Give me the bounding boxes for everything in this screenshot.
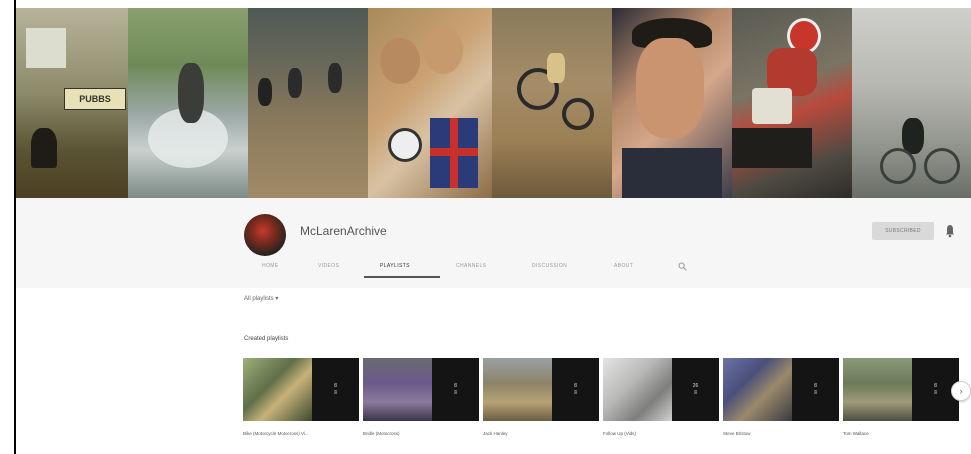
tab-home[interactable]: HOME: [262, 263, 279, 269]
tab-channels[interactable]: CHANNELS: [456, 263, 486, 269]
playlist-icon: ≡: [573, 389, 578, 396]
playlist-icon: ≡: [453, 389, 458, 396]
channel-header: [16, 198, 971, 288]
tab-videos[interactable]: VIDEOS: [318, 263, 339, 269]
channel-avatar[interactable]: [244, 214, 286, 256]
playlist-thumbnail[interactable]: 8 ≡: [363, 358, 479, 421]
playlist-thumbnail[interactable]: 8 ≡: [483, 358, 599, 421]
playlist-card[interactable]: 26 ≡ Follow Up (Vids): [603, 358, 719, 454]
video-count: 8: [334, 382, 337, 389]
video-count: 8: [574, 382, 577, 389]
playlist-title[interactable]: Bridle (Motocross): [363, 431, 479, 436]
playlist-filter-dropdown[interactable]: All playlists ▾: [244, 295, 278, 302]
banner-photo-couple: [368, 8, 492, 198]
playlist-card[interactable]: 8 ≡ Steve Bristow: [723, 358, 839, 454]
video-count: 8: [814, 382, 817, 389]
playlist-card[interactable]: 8 ≡ Tom Wallace: [843, 358, 959, 454]
chevron-right-icon: ›: [959, 386, 963, 396]
banner-photo-dusty-rider: [852, 8, 971, 198]
subscribe-button[interactable]: SUBSCRIBED: [872, 222, 934, 240]
active-tab-underline: [364, 276, 440, 278]
banner-photo-red-rider: [732, 8, 852, 198]
playlist-icon: ≡: [693, 389, 698, 396]
playlist-card[interactable]: 8 ≡ Bridle (Motocross): [363, 358, 479, 454]
section-title: Created playlists: [244, 336, 289, 342]
playlist-icon: ≡: [813, 389, 818, 396]
banner-photo-portrait: [612, 8, 732, 198]
playlist-card[interactable]: 8 ≡ Bike (Motorcycle Motocross) Vi...: [243, 358, 359, 454]
playlist-thumbnail[interactable]: 26 ≡: [603, 358, 719, 421]
playlist-thumbnail[interactable]: 8 ≡: [723, 358, 839, 421]
tab-playlists[interactable]: PLAYLISTS: [380, 263, 410, 269]
banner-photo-rider-cornering: [492, 8, 612, 198]
search-icon[interactable]: [678, 262, 687, 271]
video-count: 26: [692, 382, 699, 389]
playlist-title[interactable]: Steve Bristow: [723, 431, 839, 436]
playlist-icon: ≡: [933, 389, 938, 396]
tab-about[interactable]: ABOUT: [614, 263, 633, 269]
banner-photo-street: PUBBS: [16, 8, 128, 198]
playlist-icon: ≡: [333, 389, 338, 396]
tab-discussion[interactable]: DISCUSSION: [532, 263, 567, 269]
banner-photo-race-start: [248, 8, 368, 198]
playlist-card[interactable]: 8 ≡ Jack Hanley: [483, 358, 599, 454]
playlist-title[interactable]: Tom Wallace: [843, 431, 959, 436]
banner-photo-water-splash: [128, 8, 248, 198]
playlist-thumbnail[interactable]: 8 ≡: [243, 358, 359, 421]
banner-sign: PUBBS: [64, 88, 126, 110]
playlist-title[interactable]: Jack Hanley: [483, 431, 599, 436]
playlist-title[interactable]: Follow Up (Vids): [603, 431, 719, 436]
channel-name[interactable]: McLarenArchive: [300, 224, 387, 238]
playlist-title[interactable]: Bike (Motorcycle Motocross) Vi...: [243, 431, 359, 436]
notification-bell-icon[interactable]: [945, 224, 955, 238]
playlist-thumbnail[interactable]: 8 ≡: [843, 358, 959, 421]
video-count: 8: [934, 382, 937, 389]
shelf-next-button[interactable]: ›: [951, 381, 971, 401]
playlist-shelf: 8 ≡ Bike (Motorcycle Motocross) Vi... 8 ≡ …: [243, 358, 971, 454]
video-count: 8: [454, 382, 457, 389]
channel-banner: PUBBS: [16, 8, 971, 198]
